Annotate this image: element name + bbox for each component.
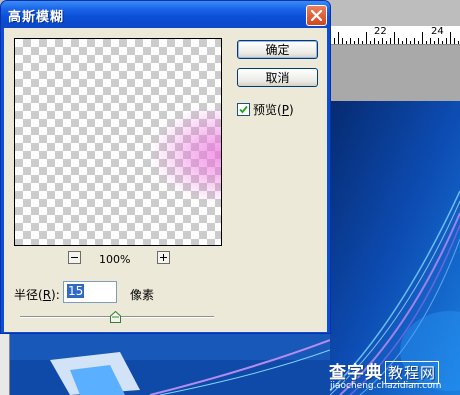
- watermark: 查字典 教程网 jiaocheng.chazidian.com: [327, 356, 460, 395]
- ruler-tick: [418, 41, 419, 44]
- gaussian-blur-dialog: 高斯模糊 100% 确定 取消 预览(P) 半径(R): 15 像素: [0, 0, 331, 334]
- ruler-tick: [334, 38, 335, 44]
- preview-checkbox[interactable]: [237, 103, 250, 116]
- watermark-url: jiaocheng.chazidian.com: [330, 381, 442, 391]
- canvas-image-bottom: [10, 330, 330, 395]
- ruler-tick: [414, 38, 415, 44]
- ruler-tick: [362, 41, 363, 44]
- ok-button[interactable]: 确定: [237, 40, 318, 59]
- radius-value: 15: [67, 284, 85, 298]
- zoom-out-button[interactable]: [68, 251, 81, 264]
- slider-thumb-icon[interactable]: [110, 310, 122, 323]
- ruler-tick: [454, 38, 455, 44]
- ruler-tick: [346, 41, 347, 44]
- preview-label: 预览(P): [253, 103, 294, 117]
- checkmark-icon: [239, 103, 248, 117]
- radius-label: 半径(R):: [14, 288, 60, 302]
- ruler-tick: [422, 32, 423, 44]
- ruler-tick: [370, 41, 371, 44]
- dialog-titlebar[interactable]: 高斯模糊: [1, 1, 330, 28]
- vertical-ruler: [0, 330, 10, 395]
- ruler-label-22: 22: [374, 26, 387, 37]
- ruler-tick: [374, 38, 375, 44]
- ruler-tick: [394, 32, 395, 44]
- ruler-tick: [406, 38, 407, 44]
- ruler-tick: [430, 38, 431, 44]
- close-button[interactable]: [306, 5, 327, 26]
- ruler-tick: [378, 41, 379, 44]
- pixels-unit-label: 像素: [130, 288, 155, 302]
- ruler-tick: [434, 41, 435, 44]
- canvas-image: [330, 101, 460, 395]
- dialog-title: 高斯模糊: [8, 10, 65, 25]
- ruler-tick: [426, 41, 427, 44]
- ruler-tick: [338, 32, 339, 44]
- ruler-label-24: 24: [431, 26, 444, 37]
- ruler-tick: [366, 32, 367, 44]
- ruler-tick: [386, 41, 387, 44]
- zoom-in-button[interactable]: [157, 251, 170, 264]
- ruler-tick: [446, 38, 447, 44]
- ruler-tick: [410, 41, 411, 44]
- preview-pane[interactable]: [14, 38, 222, 246]
- zoom-level: 100%: [99, 253, 131, 266]
- ruler-tick: [402, 41, 403, 44]
- close-icon: [311, 10, 322, 21]
- ruler-tick: [438, 38, 439, 44]
- ruler-tick: [354, 41, 355, 44]
- cancel-button[interactable]: 取消: [237, 68, 318, 87]
- preview-checkbox-row[interactable]: 预览(P): [237, 101, 294, 118]
- horizontal-ruler: 22 24: [310, 26, 460, 45]
- blurred-preview-content: [143, 109, 221, 209]
- ruler-tick: [398, 38, 399, 44]
- ruler-tick: [442, 41, 443, 44]
- radius-input[interactable]: 15: [63, 281, 117, 303]
- ruler-tick: [342, 38, 343, 44]
- ruler-tick: [350, 38, 351, 44]
- ruler-tick: [382, 38, 383, 44]
- ruler-tick: [390, 38, 391, 44]
- ruler-tick: [358, 38, 359, 44]
- ruler-tick: [458, 41, 459, 44]
- canvas-gray-area: [330, 45, 460, 101]
- ruler-tick: [450, 32, 451, 44]
- dialog-body: 100% 确定 取消 预览(P) 半径(R): 15 像素: [4, 28, 327, 332]
